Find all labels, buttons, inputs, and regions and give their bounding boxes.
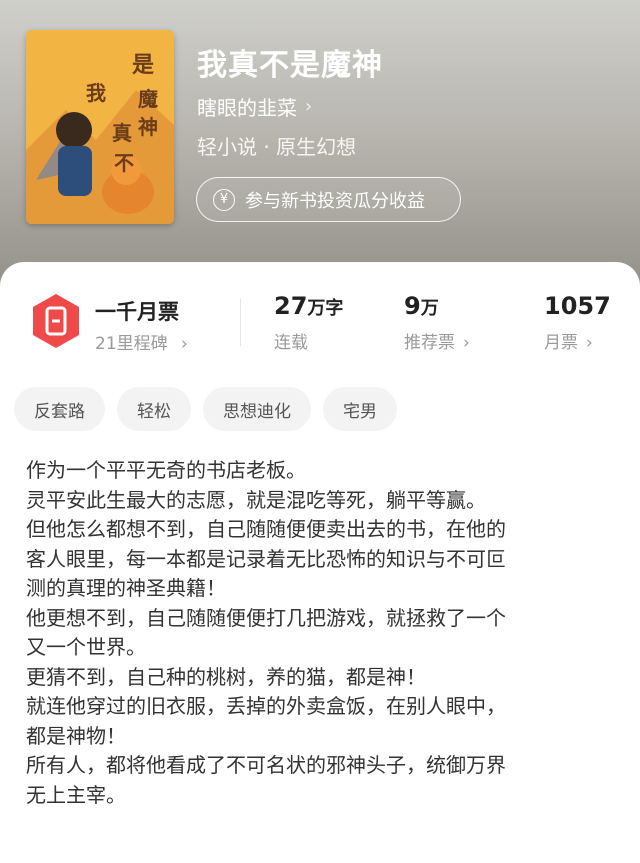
synopsis-line: 无上主宰。: [26, 782, 126, 807]
svg-text:不: 不: [114, 151, 134, 175]
recommend-label: 推荐票: [404, 333, 455, 353]
word-count-number: 27: [274, 292, 308, 320]
book-synopsis[interactable]: 作为一个平平无奇的书店老板。 灵平安此生最大的志愿，就是混吃等死，躺平等赢。 但…: [26, 456, 620, 810]
recommend-unit: 万: [420, 298, 439, 319]
author-link[interactable]: 瞎眼的韭菜 ›: [197, 92, 312, 121]
synopsis-line: 更猜不到，自己种的桃树，养的猫，都是神！: [26, 664, 426, 689]
synopsis-line: 又一个世界。: [26, 635, 146, 659]
tag-list: 反套路 轻松 思想迪化 宅男: [14, 387, 397, 431]
month-ticket-number: 1057: [544, 292, 611, 320]
milestone-link[interactable]: 21里程碑 ›: [95, 329, 188, 354]
ticket-badge-icon: [30, 292, 82, 350]
book-title: 我真不是魔神: [197, 48, 383, 83]
recommend-label-row: 推荐票 ›: [404, 328, 470, 353]
synopsis-line: 测的真理的神圣典籍！: [26, 576, 226, 600]
chevron-right-icon: ›: [586, 333, 593, 353]
svg-text:我: 我: [86, 81, 106, 105]
book-cover[interactable]: 是 魔 神 我 真 不: [26, 30, 174, 224]
recommend-number: 9: [404, 292, 421, 320]
cover-title-art: 是: [132, 52, 154, 78]
word-count-unit: 万字: [307, 298, 344, 319]
synopsis-line: 他更想不到，自己随随便便打几把游戏，就拯救了一个: [26, 605, 506, 630]
recommend-ticket-stat[interactable]: 9万 推荐票 ›: [404, 292, 470, 353]
chevron-right-icon: ›: [305, 96, 313, 117]
stats-divider: [240, 298, 241, 346]
tag-chip[interactable]: 轻松: [117, 387, 191, 431]
month-ticket-label: 月票: [544, 333, 578, 353]
stats-row: 一千月票 21里程碑 › 27万字 连载 9万 推荐票 › 1057 月票 ›: [0, 292, 640, 362]
word-count-stat: 27万字 连载: [274, 292, 343, 353]
book-genre: 轻小说 · 原生幻想: [197, 135, 357, 159]
monthly-ticket-title[interactable]: 一千月票: [95, 296, 179, 326]
month-ticket-stat[interactable]: 1057 月票 ›: [544, 292, 611, 353]
tag-chip[interactable]: 思想迪化: [203, 387, 311, 431]
svg-text:魔: 魔: [138, 87, 158, 111]
synopsis-line: 但他怎么都想不到，自己随随便便卖出去的书，在他的: [26, 517, 506, 541]
svg-text:真: 真: [112, 121, 132, 145]
milestone-label: 21里程碑: [95, 334, 168, 354]
tag-chip[interactable]: 反套路: [14, 387, 105, 431]
invest-label: 参与新书投资瓜分收益: [245, 190, 425, 212]
cover-illustration: 是 魔 神 我 真 不: [26, 30, 174, 224]
invest-button[interactable]: ¥ 参与新书投资瓜分收益: [196, 177, 461, 222]
synopsis-line: 灵平安此生最大的志愿，就是混吃等死，躺平等赢。: [26, 487, 486, 512]
yen-circle-icon: ¥: [213, 188, 235, 211]
chevron-right-icon: ›: [463, 333, 470, 353]
synopsis-line: 作为一个平平无奇的书店老板。: [26, 458, 306, 482]
serial-status-label: 连载: [274, 333, 308, 353]
chevron-right-icon: ›: [181, 334, 188, 354]
synopsis-line: 都是神物！: [26, 723, 126, 748]
month-ticket-label-row: 月票 ›: [544, 328, 611, 353]
tag-chip[interactable]: 宅男: [323, 387, 397, 431]
synopsis-line: 所有人，都将他看成了不可名状的邪神头子，统御万界: [26, 753, 506, 777]
synopsis-line: 就连他穿过的旧衣服，丢掉的外卖盒饭，在别人眼中，: [26, 694, 506, 718]
author-name: 瞎眼的韭菜: [197, 96, 297, 120]
synopsis-line: 客人眼里，每一本都是记录着无比恐怖的知识与不可叵: [26, 546, 506, 571]
svg-text:神: 神: [138, 115, 158, 139]
